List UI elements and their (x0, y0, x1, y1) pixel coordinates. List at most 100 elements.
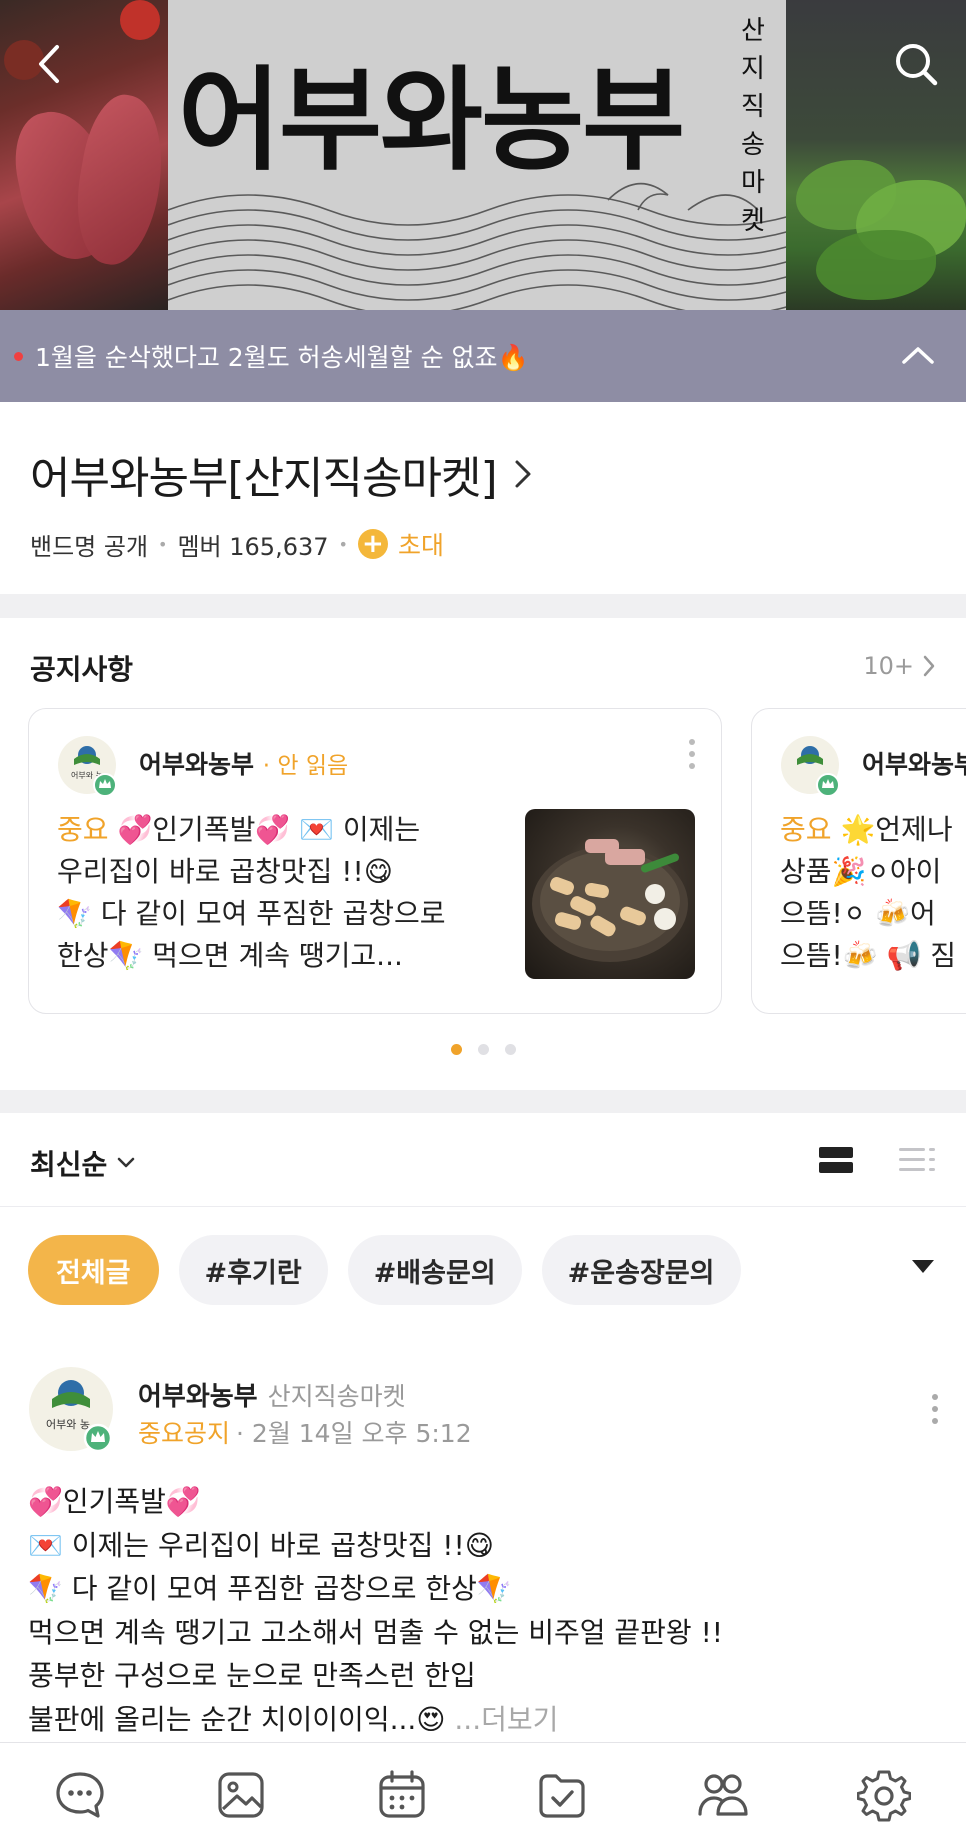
preview-line: 🌟언제나 (840, 813, 953, 846)
nav-members[interactable] (691, 1763, 755, 1827)
preview-line: 한상🪁 먹으면 계속 땡기고... (57, 939, 403, 972)
announcement-text: 1월을 순삭했다고 2월도 허송세월할 순 없죠🔥 (35, 343, 529, 372)
preview-line: 우리집이 바로 곱창맛집 !!😋 (57, 855, 393, 888)
new-dot (14, 351, 23, 361)
chip-review[interactable]: #후기란 (178, 1235, 328, 1305)
post-line: 먹으면 계속 땡기고 고소해서 멈출 수 없는 비주얼 끝판왕 !! (28, 1615, 724, 1649)
chip-tracking-inquiry[interactable]: #운송장문의 (541, 1235, 741, 1305)
post-line: 🪁 다 같이 모여 푸짐한 곱창으로 한상🪁 (28, 1572, 512, 1605)
see-more-link[interactable]: ...더보기 (454, 1703, 558, 1736)
preview-line: 으뜸!🍻 📢 짐 (780, 939, 957, 972)
calendar-icon (378, 1770, 425, 1818)
search-button[interactable] (888, 36, 944, 92)
band-avatar: 어부와 농 (58, 736, 117, 795)
filter-chips: 전체글 #후기란 #배송문의 #운송장문의 (0, 1208, 966, 1332)
notice-author: 어부와농부 (862, 750, 966, 779)
band-members: 멤버 165,637 (177, 532, 329, 561)
nav-settings[interactable] (852, 1763, 916, 1827)
back-button[interactable] (22, 36, 78, 92)
invite-label: 초대 (397, 531, 444, 560)
announcement-bar[interactable]: 1월을 순삭했다고 2월도 허송세월할 순 없죠🔥 (0, 310, 966, 402)
post-subline: 중요공지 · 2월 14일 오후 5:12 (138, 1414, 472, 1450)
section-divider (0, 1090, 966, 1114)
folder-check-icon (539, 1774, 585, 1818)
band-meta: 밴드명 공개 • 멤버 165,637 • + 초대 (30, 526, 936, 562)
section-divider (0, 594, 966, 618)
cover-title: 어부와농부 (178, 55, 685, 186)
chevron-down-icon (118, 1157, 135, 1168)
author-name: 어부와농부 (138, 1382, 258, 1412)
notice-preview: 중요 💞인기폭발💞 💌 이제는 우리집이 바로 곱창맛집 !!😋 🪁 다 같이 … (57, 809, 477, 977)
post-item[interactable]: 어부와 농 어부와농부 산지직송마켓 중요공지 · 2월 14일 오후 5:12 💞… (0, 1332, 966, 1742)
band-title-link[interactable]: 어부와농부[산지직송마켓] (30, 442, 936, 506)
nav-calendar[interactable] (370, 1763, 434, 1827)
post-time: · 2월 14일 오후 5:12 (236, 1419, 472, 1448)
settings-icon (856, 1770, 911, 1822)
carousel-dot[interactable] (477, 1044, 489, 1055)
preview-line: 으뜸!⚪ 🍻어 (780, 897, 936, 930)
more-vertical-icon[interactable] (930, 1392, 940, 1426)
post-line: 풍부한 구성으로 눈으로 만족스런 한입 (28, 1659, 476, 1692)
band-visibility: 밴드명 공개 (30, 532, 149, 561)
sort-dropdown[interactable]: 최신순 (30, 1143, 135, 1183)
members-icon (698, 1774, 748, 1816)
chevron-right-icon (923, 655, 935, 677)
notice-header: 공지사항 (30, 653, 134, 686)
chevron-right-icon (515, 460, 531, 488)
important-tag: 중요 (57, 813, 109, 846)
cover-vertical-text: 산지직송마켓 (741, 16, 765, 236)
post-author: 어부와농부 산지직송마켓 (138, 1376, 406, 1413)
carousel-dot[interactable] (504, 1044, 516, 1055)
band-header: 어부와농부[산지직송마켓] 밴드명 공개 • 멤버 165,637 • + 초대 (0, 402, 966, 594)
preview-line: 💞인기폭발💞 💌 이제는 (117, 813, 421, 846)
avatar-text: 어부와 농 (46, 1418, 90, 1431)
list-view-icon[interactable] (898, 1145, 936, 1175)
carousel-dot[interactable] (450, 1044, 462, 1055)
unread-label: 안 읽음 (277, 753, 349, 779)
notice-thumbnail (525, 809, 695, 979)
important-tag: 중요 (780, 813, 832, 846)
chat-icon (56, 1772, 104, 1818)
notice-count: 10+ (863, 652, 914, 680)
author-name: 어부와농부 (139, 750, 255, 779)
post-line: 💞인기폭발💞 (28, 1485, 201, 1518)
post-band-name: 산지직송마켓 (267, 1382, 406, 1411)
sort-label: 최신순 (30, 1148, 108, 1181)
nav-photos[interactable] (209, 1763, 273, 1827)
band-avatar (781, 736, 840, 795)
meta-separator: • (158, 534, 168, 554)
notice-preview: 중요 🌟언제나 상품🎉⚪아이 으뜸!⚪ 🍻어 으뜸!🍻 📢 짐 (780, 809, 966, 977)
chip-shipping-inquiry[interactable]: #배송문의 (347, 1235, 522, 1305)
post-body: 💞인기폭발💞 💌 이제는 우리집이 바로 곱창맛집 !!😋 🪁 다 같이 모여 … (28, 1480, 938, 1741)
notice-author: 어부와농부 · 안 읽음 (139, 745, 348, 781)
more-vertical-icon[interactable] (687, 737, 697, 771)
bottom-navigation (0, 1742, 966, 1847)
notice-section: 공지사항 10+ 어부와 농 어부와농부 · 안 읽음 중요 💞인기폭발💞 💌 … (0, 618, 966, 1112)
cover-image: 어부와농부 산지직송마켓 (0, 0, 966, 310)
invite-button[interactable]: + 초대 (357, 526, 444, 562)
chevron-left-icon (39, 45, 59, 83)
card-view-icon[interactable] (818, 1145, 854, 1175)
meta-separator: • (338, 534, 348, 554)
chip-all[interactable]: 전체글 (28, 1235, 159, 1305)
notice-more-button[interactable]: 10+ (863, 652, 936, 680)
band-name: 어부와농부[산지직송마켓] (30, 453, 498, 504)
search-icon (896, 44, 938, 86)
chevron-up-icon[interactable] (900, 340, 936, 372)
caret-down-icon[interactable] (908, 1254, 938, 1278)
notice-card[interactable]: 어부와 농 어부와농부 · 안 읽음 중요 💞인기폭발💞 💌 이제는 우리집이 … (28, 708, 722, 1014)
notice-card[interactable]: 어부와농부 중요 🌟언제나 상품🎉⚪아이 으뜸!⚪ 🍻어 으뜸!🍻 📢 짐 (751, 708, 966, 1014)
band-avatar[interactable]: 어부와 농 (28, 1366, 114, 1452)
nav-files[interactable] (530, 1763, 594, 1827)
post-line: 불판에 올리는 순간 치이이이익...😍 (28, 1702, 446, 1736)
photo-icon (218, 1772, 264, 1818)
nav-chat[interactable] (48, 1763, 112, 1827)
cover-logo-panel: 어부와농부 산지직송마켓 (168, 0, 788, 310)
sort-bar: 최신순 (0, 1113, 966, 1207)
preview-line: 상품🎉⚪아이 (780, 855, 942, 888)
preview-line: 🪁 다 같이 모여 푸짐한 곱창으로 (57, 897, 446, 930)
post-line: 💌 이제는 우리집이 바로 곱창맛집 !!😋 (28, 1528, 494, 1562)
important-notice-tag: 중요공지 (138, 1419, 231, 1448)
plus-icon: + (357, 529, 388, 559)
carousel-indicator (0, 1044, 966, 1055)
